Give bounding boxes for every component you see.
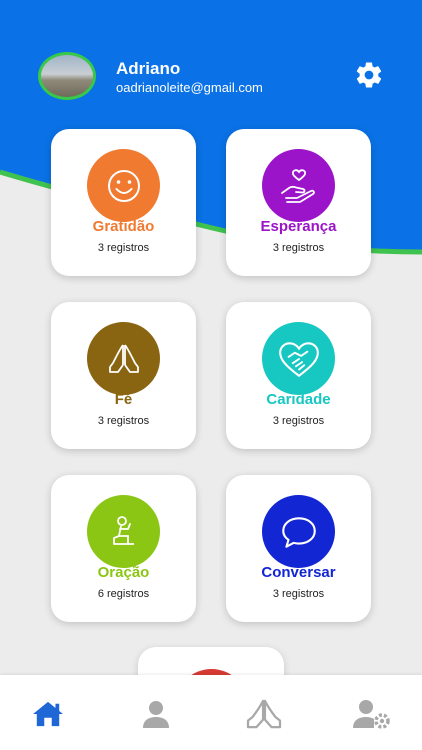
card-icon-circle [87, 322, 160, 395]
card-title: Gratidão [92, 218, 155, 235]
user-icon [143, 701, 169, 728]
card-icon-circle [262, 149, 335, 222]
card-icon-circle [87, 149, 160, 222]
praying-hands-icon [108, 343, 139, 373]
card-title: Fé [114, 391, 133, 408]
card-title: Conversar [261, 564, 336, 581]
card-icon-circle [262, 322, 335, 395]
card-title: Caridade [266, 391, 331, 408]
card-title: Oração [97, 564, 150, 581]
nav-profile[interactable] [136, 697, 176, 731]
nav-account-settings[interactable] [352, 697, 392, 731]
smile-icon [107, 169, 140, 202]
card-title: Esperança [260, 218, 337, 235]
nav-prayer[interactable] [244, 697, 284, 731]
praying-hands-icon [246, 699, 282, 729]
user-settings-icon [353, 700, 390, 729]
categories-grid: Gratidão 3 registros Esperança 3 registr… [0, 0, 422, 680]
card-fe[interactable]: Fé 3 registros [51, 302, 196, 449]
kneeling-prayer-icon [112, 515, 134, 545]
card-count: 6 registros [97, 588, 150, 600]
card-count: 3 registros [97, 415, 150, 427]
card-gratidao[interactable]: Gratidão 3 registros [51, 129, 196, 276]
card-count: 3 registros [272, 415, 325, 427]
card-count: 3 registros [97, 242, 150, 254]
card-count: 3 registros [272, 588, 325, 600]
hand-heart-icon [280, 168, 315, 203]
home-icon [33, 701, 63, 727]
handshake-heart-icon [278, 341, 319, 377]
card-conversar[interactable]: Conversar 3 registros [226, 475, 371, 622]
nav-home[interactable] [28, 697, 68, 731]
card-icon-circle [262, 495, 335, 568]
bottom-navigation [0, 675, 422, 750]
card-caridade[interactable]: Caridade 3 registros [226, 302, 371, 449]
card-esperanca[interactable]: Esperança 3 registros [226, 129, 371, 276]
card-oracao[interactable]: Oração 6 registros [51, 475, 196, 622]
card-count: 3 registros [272, 242, 325, 254]
card-icon-circle [87, 495, 160, 568]
speech-bubble-icon [281, 516, 316, 548]
